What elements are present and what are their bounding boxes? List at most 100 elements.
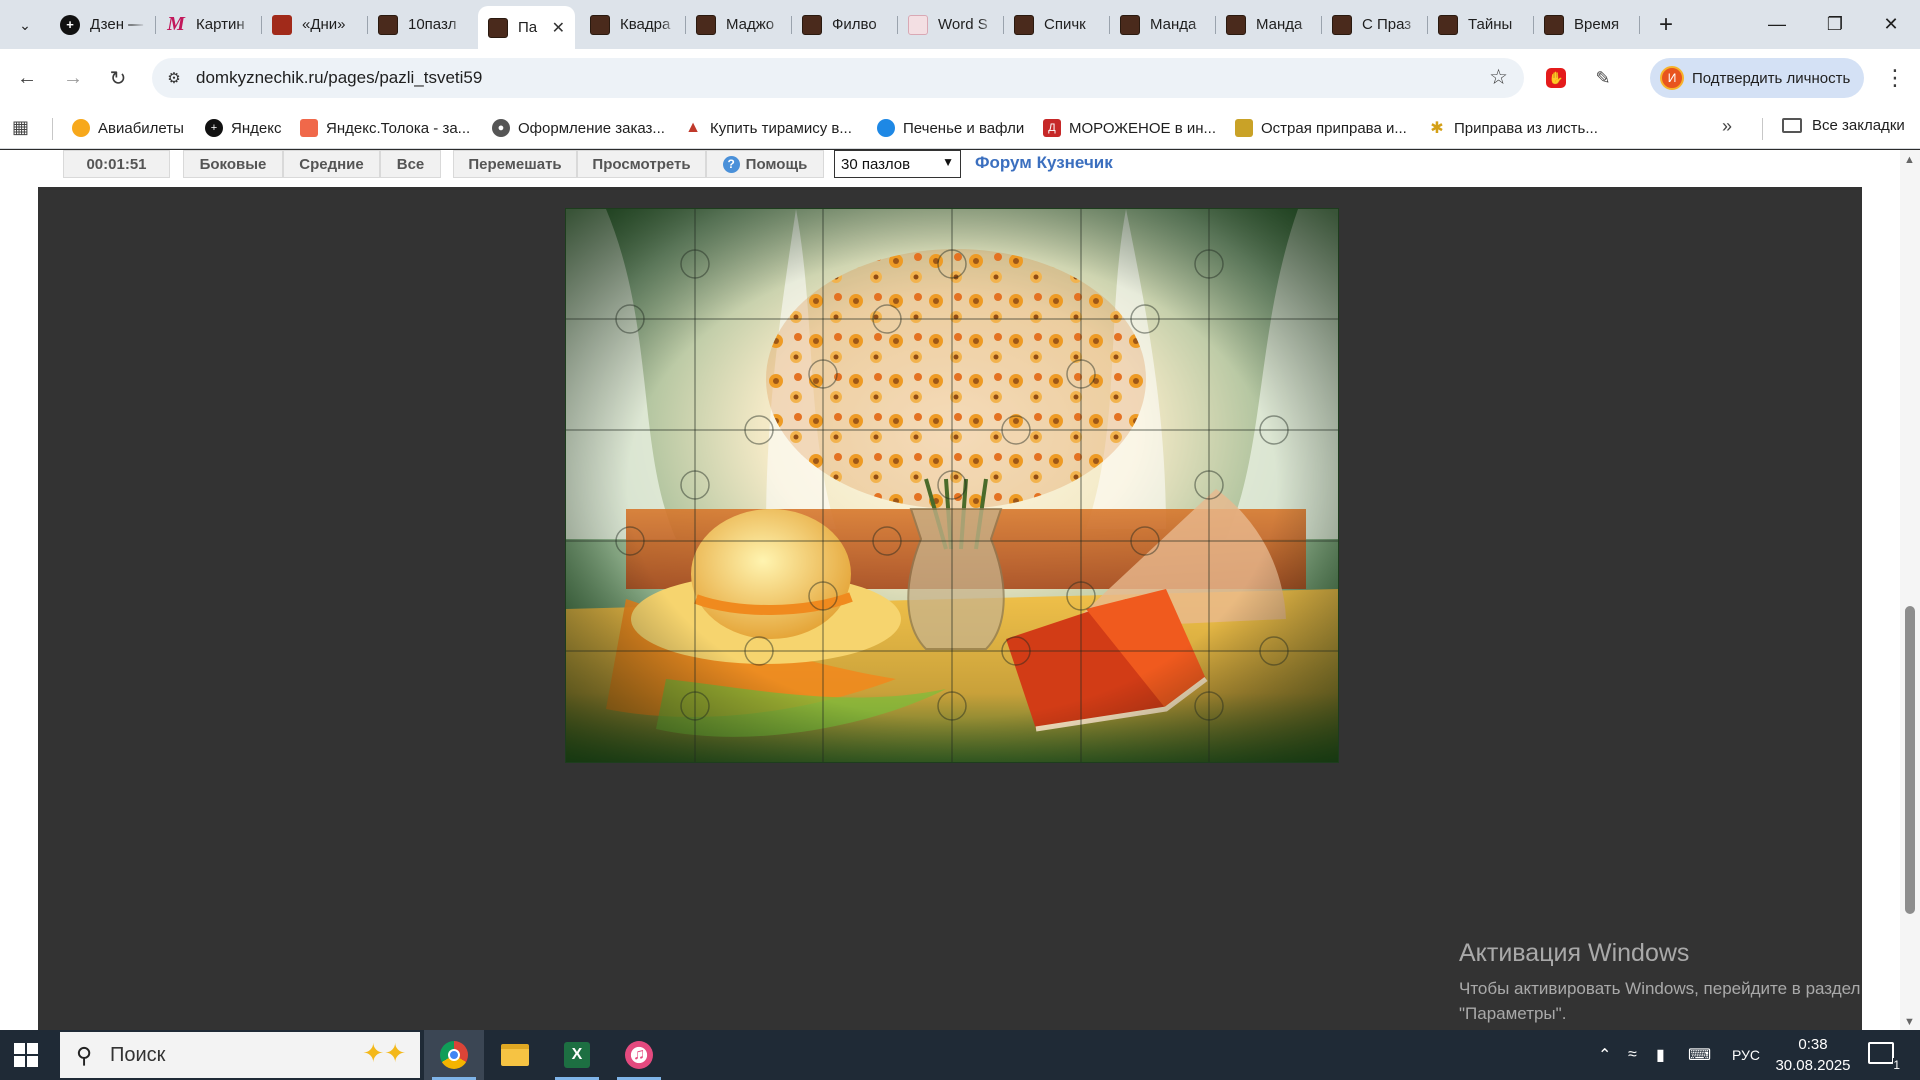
- tab-13[interactable]: Тайны: [1428, 6, 1534, 43]
- tab-title: Па: [518, 19, 538, 36]
- bookmark-8[interactable]: ✱ Приправа из листь...: [1428, 117, 1598, 139]
- tab-6[interactable]: Маджо: [686, 6, 792, 43]
- bookmark-4[interactable]: ▲ Купить тирамису в...: [684, 117, 852, 139]
- address-bar[interactable]: ⚙ domkyznechik.ru/pages/pazli_tsveti59 ☆: [152, 58, 1524, 98]
- taskbar-clock[interactable]: 0:38 30.08.2025: [1768, 1034, 1858, 1076]
- scrollbar-thumb[interactable]: [1905, 606, 1915, 914]
- bookmark-label: Приправа из листь...: [1454, 119, 1598, 137]
- all-pieces-button[interactable]: Все: [380, 150, 441, 178]
- help-icon: ?: [722, 155, 740, 173]
- tab-title: Филво: [832, 16, 877, 33]
- tab-14[interactable]: Время: [1534, 6, 1640, 43]
- bookmark-star-icon[interactable]: ☆: [1489, 65, 1508, 90]
- tab-10[interactable]: Манда: [1110, 6, 1216, 43]
- scroll-up-arrow-icon[interactable]: ▲: [1904, 154, 1915, 166]
- puzzle-site-icon: [1544, 14, 1564, 35]
- bookmark-7[interactable]: Острая приправа и...: [1235, 117, 1407, 139]
- tab-title: Тайны: [1468, 16, 1513, 33]
- tab-title: Word S: [938, 16, 988, 33]
- side-pieces-button[interactable]: Боковые: [183, 150, 283, 178]
- puzzle-site-icon: [1438, 14, 1458, 35]
- show-hidden-icons-chevron-icon[interactable]: ⌃: [1598, 1030, 1611, 1080]
- apps-grid-icon[interactable]: ▦: [12, 117, 29, 138]
- taskbar-search-box[interactable]: ⚲ Поиск ✦✦: [60, 1032, 420, 1078]
- tab-title: Спичк: [1044, 16, 1086, 33]
- tab-12[interactable]: С Праз: [1322, 6, 1428, 43]
- tab-title: Квадра: [620, 16, 671, 33]
- spice-icon: [1235, 119, 1253, 137]
- flowers-still-life-image: [566, 209, 1338, 762]
- dzen-icon: +: [60, 14, 80, 35]
- forward-arrow-icon[interactable]: →: [56, 61, 90, 95]
- chrome-taskbar-icon[interactable]: [424, 1030, 484, 1080]
- url-text[interactable]: domkyznechik.ru/pages/pazli_tsveti59: [196, 68, 482, 88]
- adblock-extension-icon[interactable]: ✋: [1541, 63, 1571, 93]
- network-icon[interactable]: ≈: [1628, 1030, 1637, 1080]
- close-tab-icon[interactable]: ✕: [552, 18, 565, 38]
- windows-start-icon[interactable]: [14, 1043, 38, 1067]
- puzzle-site-icon: [1120, 14, 1140, 35]
- keyboard-icon[interactable]: ⌨: [1688, 1030, 1711, 1080]
- tab-3[interactable]: 10пазл: [368, 6, 474, 43]
- extensions-puzzle-icon[interactable]: ✎: [1588, 63, 1618, 93]
- battery-icon[interactable]: ▮: [1656, 1030, 1665, 1080]
- page-scrollbar[interactable]: ▲ ▼: [1900, 150, 1920, 1030]
- language-indicator[interactable]: РУС: [1732, 1030, 1760, 1080]
- site-settings-icon[interactable]: ⚙: [162, 66, 186, 90]
- restore-icon[interactable]: ❐: [1806, 0, 1864, 49]
- file-explorer-taskbar-icon[interactable]: [485, 1030, 545, 1080]
- tab-7[interactable]: Филво: [792, 6, 898, 43]
- reload-icon[interactable]: ↻: [101, 61, 135, 95]
- bookmark-0[interactable]: Авиабилеты: [72, 117, 184, 139]
- middle-pieces-button[interactable]: Средние: [283, 150, 380, 178]
- excel-taskbar-icon[interactable]: X: [547, 1030, 607, 1080]
- tab-11[interactable]: Манда: [1216, 6, 1322, 43]
- shuffle-button[interactable]: Перемешать: [453, 150, 577, 178]
- yandex-icon: +: [205, 119, 223, 137]
- tab-0[interactable]: + Дзен —: [50, 6, 156, 43]
- new-tab-plus-icon[interactable]: +: [1651, 10, 1681, 40]
- help-button[interactable]: ? Помощь: [706, 150, 824, 178]
- bookmark-5[interactable]: Печенье и вафли: [877, 117, 1024, 139]
- dropdown-arrow-icon: ▼: [942, 155, 954, 169]
- itunes-taskbar-icon[interactable]: ♫: [609, 1030, 669, 1080]
- puzzle-image[interactable]: [565, 208, 1339, 763]
- bookmark-2[interactable]: Яндекс.Толока - за...: [300, 117, 470, 139]
- tab-search-chevron-icon[interactable]: ⌄: [8, 10, 42, 40]
- puzzle-toolbar: 00:01:51 Боковые Средние Все Перемешать …: [0, 150, 1900, 187]
- puzzle-site-icon: [1332, 14, 1352, 35]
- red-icon: [272, 14, 292, 35]
- bookmark-label: Купить тирамису в...: [710, 119, 852, 137]
- forum-link[interactable]: Форум Кузнечик: [975, 153, 1113, 173]
- bookmark-6[interactable]: Д МОРОЖЕНОЕ в ин...: [1043, 117, 1216, 139]
- puzzle-site-icon: [802, 14, 822, 35]
- tab-1[interactable]: M Картин: [156, 6, 262, 43]
- m-icon: M: [167, 13, 185, 35]
- bookmark-3[interactable]: ● Оформление заказ...: [492, 117, 665, 139]
- tab-4-active[interactable]: Па ✕: [478, 6, 575, 49]
- puzzle-site-icon: [488, 17, 508, 38]
- minimize-icon[interactable]: —: [1748, 0, 1806, 49]
- aviasales-icon: [72, 119, 90, 137]
- pieces-count-select[interactable]: 30 пазлов ▼: [834, 150, 961, 178]
- profile-button[interactable]: И Подтвердить личность: [1650, 58, 1864, 98]
- all-bookmarks-button[interactable]: Все закладки: [1782, 117, 1905, 134]
- preview-button[interactable]: Просмотреть: [577, 150, 706, 178]
- tab-5[interactable]: Квадра: [580, 6, 686, 43]
- close-window-icon[interactable]: ✕: [1862, 0, 1920, 49]
- clock-time: 0:38: [1798, 1036, 1828, 1053]
- tab-9[interactable]: Спичк: [1004, 6, 1110, 43]
- browser-menu-icon[interactable]: ⋮: [1880, 63, 1910, 93]
- scroll-down-arrow-icon[interactable]: ▼: [1904, 1016, 1915, 1028]
- bookmarks-bar: ▦ Авиабилеты + Яндекс Яндекс.Толока - за…: [0, 107, 1920, 149]
- tab-title: С Праз: [1362, 16, 1412, 33]
- globe-icon: ●: [492, 119, 510, 137]
- tab-2[interactable]: «Дни»: [262, 6, 368, 43]
- tab-8[interactable]: Word S: [898, 6, 1004, 43]
- activation-title: Активация Windows: [1459, 939, 1690, 967]
- bookmark-1[interactable]: + Яндекс: [205, 117, 281, 139]
- back-arrow-icon[interactable]: ←: [10, 61, 44, 95]
- notifications-icon[interactable]: 1: [1868, 1042, 1900, 1072]
- more-bookmarks-chevron-icon[interactable]: »: [1722, 116, 1732, 137]
- copilot-sparkle-icon: ✦✦: [362, 1038, 406, 1068]
